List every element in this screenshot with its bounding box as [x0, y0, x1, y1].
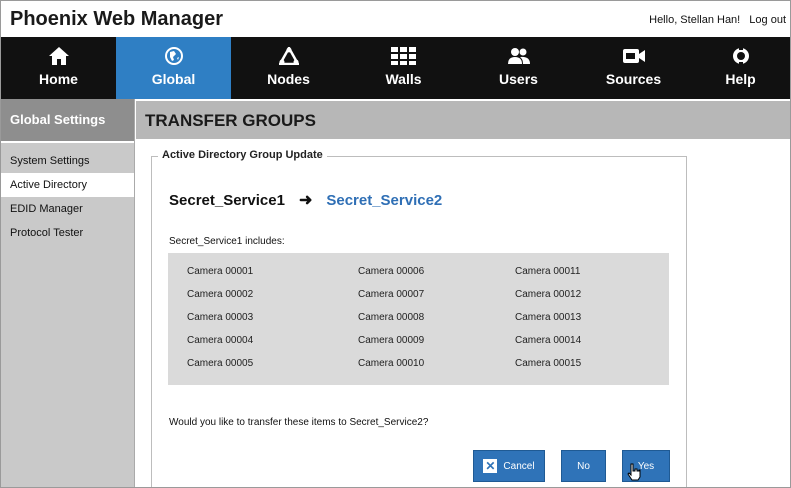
close-icon: ✕	[483, 459, 498, 473]
hand-cursor-icon	[627, 463, 641, 486]
nav-label: Users	[499, 71, 538, 87]
list-item: Camera 00002	[187, 289, 254, 300]
list-item: Camera 00014	[515, 335, 582, 346]
camera-list: Camera 00001 Camera 00002 Camera 00003 C…	[168, 253, 669, 385]
app-window: Phoenix Web Manager Hello, Stellan Han! …	[0, 0, 791, 488]
globe-icon	[164, 46, 183, 66]
list-item: Camera 00003	[187, 312, 254, 323]
confirm-question: Would you like to transfer these items t…	[169, 417, 429, 428]
list-item: Camera 00010	[358, 358, 425, 369]
nav-label: Nodes	[267, 71, 310, 87]
panel-legend: Active Directory Group Update	[158, 149, 327, 161]
to-group: Secret_Service2	[326, 191, 443, 209]
nav-walls[interactable]: Walls	[346, 37, 461, 99]
nav-home[interactable]: Home	[1, 37, 116, 99]
transfer-summary: Secret_Service1 ➜ Secret_Service2	[169, 190, 442, 210]
sidebar-list: System Settings Active Directory EDID Ma…	[1, 149, 134, 245]
camera-icon	[622, 46, 645, 66]
no-button[interactable]: No	[561, 450, 606, 482]
nav-global[interactable]: Global	[116, 37, 231, 99]
sidebar-item-active-directory[interactable]: Active Directory	[1, 173, 134, 197]
lifebuoy-icon	[732, 46, 750, 66]
page-title: TRANSFER GROUPS	[145, 111, 316, 130]
cancel-label: Cancel	[503, 460, 535, 472]
list-item: Camera 00011	[515, 266, 581, 277]
user-area: Hello, Stellan Han! Log out	[643, 14, 786, 26]
list-item: Camera 00013	[515, 312, 582, 323]
nav-help[interactable]: Help	[691, 37, 790, 99]
list-item: Camera 00012	[515, 289, 582, 300]
nav-label: Sources	[605, 71, 662, 87]
sidebar-item-system-settings[interactable]: System Settings	[1, 149, 134, 173]
users-icon	[507, 46, 531, 66]
nav-nodes[interactable]: Nodes	[231, 37, 346, 99]
nav-users[interactable]: Users	[461, 37, 576, 99]
home-icon	[48, 46, 69, 66]
nodes-icon	[278, 46, 299, 66]
greeting: Hello, Stellan Han!	[649, 14, 741, 26]
from-group: Secret_Service1	[169, 191, 285, 209]
sidebar-title: Global Settings	[1, 99, 134, 143]
cancel-button[interactable]: ✕ Cancel	[473, 450, 545, 482]
main-nav: Home Global Nodes Walls Users Sources He…	[1, 37, 790, 99]
list-item: Camera 00004	[187, 335, 254, 346]
list-item: Camera 00006	[358, 266, 425, 277]
nav-sources[interactable]: Sources	[576, 37, 691, 99]
nav-label: Walls	[385, 71, 422, 87]
arrow-right-icon: ➜	[298, 192, 313, 209]
sidebar: Global Settings System Settings Active D…	[1, 99, 135, 487]
sidebar-item-edid-manager[interactable]: EDID Manager	[1, 197, 134, 221]
app-title: Phoenix Web Manager	[10, 8, 224, 30]
nav-label: Help	[725, 71, 756, 87]
sidebar-item-protocol-tester[interactable]: Protocol Tester	[1, 221, 134, 245]
nav-label: Global	[151, 71, 196, 87]
list-item: Camera 00005	[187, 358, 254, 369]
main-header: TRANSFER GROUPS	[136, 101, 790, 139]
list-item: Camera 00001	[187, 266, 254, 277]
list-item: Camera 00009	[358, 335, 425, 346]
includes-label: Secret_Service1 includes:	[169, 236, 285, 247]
walls-icon	[390, 46, 417, 66]
logout-link[interactable]: Log out	[749, 14, 786, 26]
list-item: Camera 00007	[358, 289, 425, 300]
list-item: Camera 00015	[515, 358, 582, 369]
list-item: Camera 00008	[358, 312, 425, 323]
nav-label: Home	[39, 71, 78, 87]
header: Phoenix Web Manager Hello, Stellan Han! …	[1, 1, 790, 37]
